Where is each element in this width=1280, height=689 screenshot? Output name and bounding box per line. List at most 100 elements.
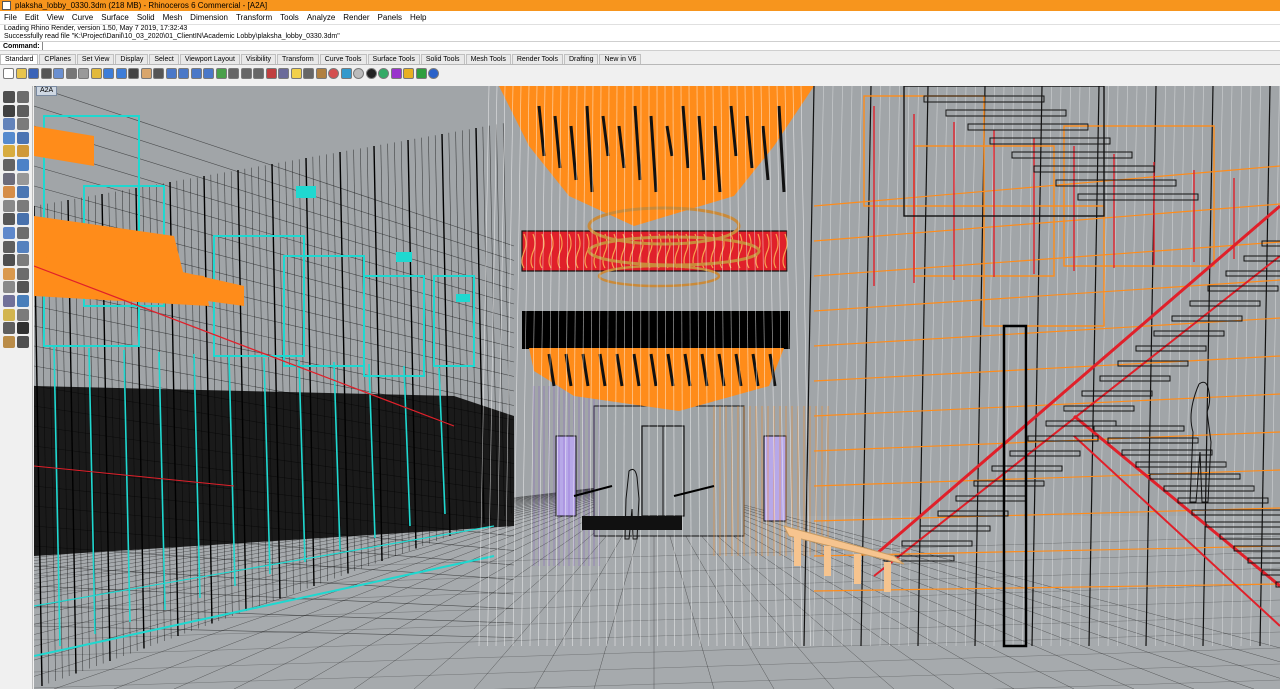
fillet-icon[interactable]: [3, 159, 15, 171]
tab-viewport-layout[interactable]: Viewport Layout: [179, 54, 240, 64]
sphere-icon[interactable]: [17, 186, 29, 199]
analyze-icon[interactable]: [3, 335, 15, 348]
arc-icon[interactable]: [17, 118, 29, 131]
tab-drafting[interactable]: Drafting: [563, 54, 599, 64]
explode-icon[interactable]: [3, 240, 15, 253]
viewport-grid-icon[interactable]: [240, 67, 252, 79]
tab-new-in-v6[interactable]: New in V6: [599, 54, 642, 64]
tab-surface-tools[interactable]: Surface Tools: [367, 54, 420, 64]
trim-icon[interactable]: [3, 227, 15, 239]
tab-solid-tools[interactable]: Solid Tools: [420, 54, 465, 64]
light-icon[interactable]: [17, 308, 29, 321]
color-wheel-icon[interactable]: [328, 67, 339, 79]
check-icon[interactable]: [17, 322, 29, 335]
tab-transform[interactable]: Transform: [277, 54, 319, 64]
menu-dimension[interactable]: Dimension: [186, 11, 232, 24]
pan-icon[interactable]: [128, 67, 139, 79]
tab-curve-tools[interactable]: Curve Tools: [319, 54, 367, 64]
box-icon[interactable]: [3, 186, 15, 199]
extrude-icon[interactable]: [17, 172, 29, 185]
menu-curve[interactable]: Curve: [68, 11, 97, 24]
menu-render[interactable]: Render: [339, 11, 373, 24]
circle-icon[interactable]: [3, 118, 15, 131]
cplane-icon[interactable]: [253, 67, 264, 79]
lock-icon[interactable]: [315, 67, 327, 79]
freeform-icon[interactable]: [17, 145, 29, 158]
options-icon[interactable]: [390, 67, 402, 79]
mirror-icon[interactable]: [3, 267, 15, 280]
tab-display[interactable]: Display: [115, 54, 149, 64]
wireframe-scene[interactable]: [34, 86, 1280, 689]
curve-icon[interactable]: [17, 104, 29, 117]
menu-mesh[interactable]: Mesh: [159, 11, 187, 24]
print-icon[interactable]: [40, 67, 52, 79]
sun-icon[interactable]: [403, 67, 414, 79]
menu-edit[interactable]: Edit: [21, 11, 43, 24]
menu-view[interactable]: View: [43, 11, 68, 24]
ellipse-icon[interactable]: [3, 131, 15, 144]
tab-set-view[interactable]: Set View: [76, 54, 115, 64]
mesh-icon[interactable]: [3, 199, 15, 212]
menu-tools[interactable]: Tools: [276, 11, 303, 24]
polygon-icon[interactable]: [3, 145, 15, 158]
hatch-icon[interactable]: [3, 295, 15, 307]
rendered-sphere-icon[interactable]: [365, 67, 377, 79]
split-icon[interactable]: [17, 213, 29, 226]
zoom-selected-icon[interactable]: [190, 67, 202, 79]
grasshopper-icon[interactable]: [415, 67, 427, 79]
scale-icon[interactable]: [17, 254, 29, 267]
boolean-icon[interactable]: [3, 213, 15, 226]
cut-icon[interactable]: [65, 67, 77, 79]
tab-mesh-tools[interactable]: Mesh Tools: [465, 54, 511, 64]
layer-icon[interactable]: [3, 308, 15, 321]
render-icon[interactable]: [340, 67, 352, 79]
command-input[interactable]: [41, 42, 1143, 50]
tab-render-tools[interactable]: Render Tools: [511, 54, 563, 64]
menu-panels[interactable]: Panels: [374, 11, 406, 24]
surface-icon[interactable]: [3, 172, 15, 185]
select-icon[interactable]: [3, 91, 15, 103]
material-sphere-icon[interactable]: [353, 67, 364, 79]
join-icon[interactable]: [17, 227, 29, 239]
point-icon[interactable]: [17, 335, 29, 348]
menu-help[interactable]: Help: [406, 11, 430, 24]
block-icon[interactable]: [3, 322, 15, 335]
array-icon[interactable]: [17, 267, 29, 280]
group-icon[interactable]: [17, 295, 29, 307]
move-icon[interactable]: [17, 240, 29, 253]
offset-icon[interactable]: [17, 159, 29, 171]
import-icon[interactable]: [53, 67, 64, 79]
undo-icon[interactable]: [103, 67, 114, 79]
menu-file[interactable]: File: [0, 11, 21, 24]
clipping-icon[interactable]: [265, 67, 277, 79]
tab-standard[interactable]: Standard: [0, 54, 39, 64]
zoom-extents-icon[interactable]: [178, 67, 189, 79]
rotate-view-icon[interactable]: [215, 67, 227, 79]
four-viewports-icon[interactable]: [228, 67, 239, 79]
select-points-icon[interactable]: [17, 91, 29, 103]
redo-icon[interactable]: [115, 67, 127, 79]
hand-icon[interactable]: [140, 67, 152, 79]
help-icon[interactable]: [428, 67, 439, 79]
zoom-in-icon[interactable]: [203, 67, 214, 79]
copy-icon[interactable]: [78, 67, 89, 79]
menu-analyze[interactable]: Analyze: [303, 11, 339, 24]
environment-icon[interactable]: [378, 67, 389, 79]
polyline-icon[interactable]: [3, 104, 15, 117]
text-icon[interactable]: [17, 281, 29, 294]
perspective-viewport[interactable]: [34, 86, 1280, 689]
layer-icon[interactable]: [278, 67, 289, 79]
open-file-icon[interactable]: [15, 67, 27, 79]
dimension-icon[interactable]: [3, 281, 15, 294]
move-view-icon[interactable]: [153, 67, 164, 79]
properties-icon[interactable]: [303, 67, 314, 79]
loft-icon[interactable]: [17, 199, 29, 212]
menu-transform[interactable]: Transform: [232, 11, 276, 24]
rotate-icon[interactable]: [3, 254, 15, 267]
menu-surface[interactable]: Surface: [97, 11, 133, 24]
lightbulb-icon[interactable]: [290, 67, 302, 79]
new-file-icon[interactable]: [3, 67, 14, 79]
paste-icon[interactable]: [90, 67, 102, 79]
menu-solid[interactable]: Solid: [133, 11, 159, 24]
zoom-window-icon[interactable]: [165, 67, 177, 79]
